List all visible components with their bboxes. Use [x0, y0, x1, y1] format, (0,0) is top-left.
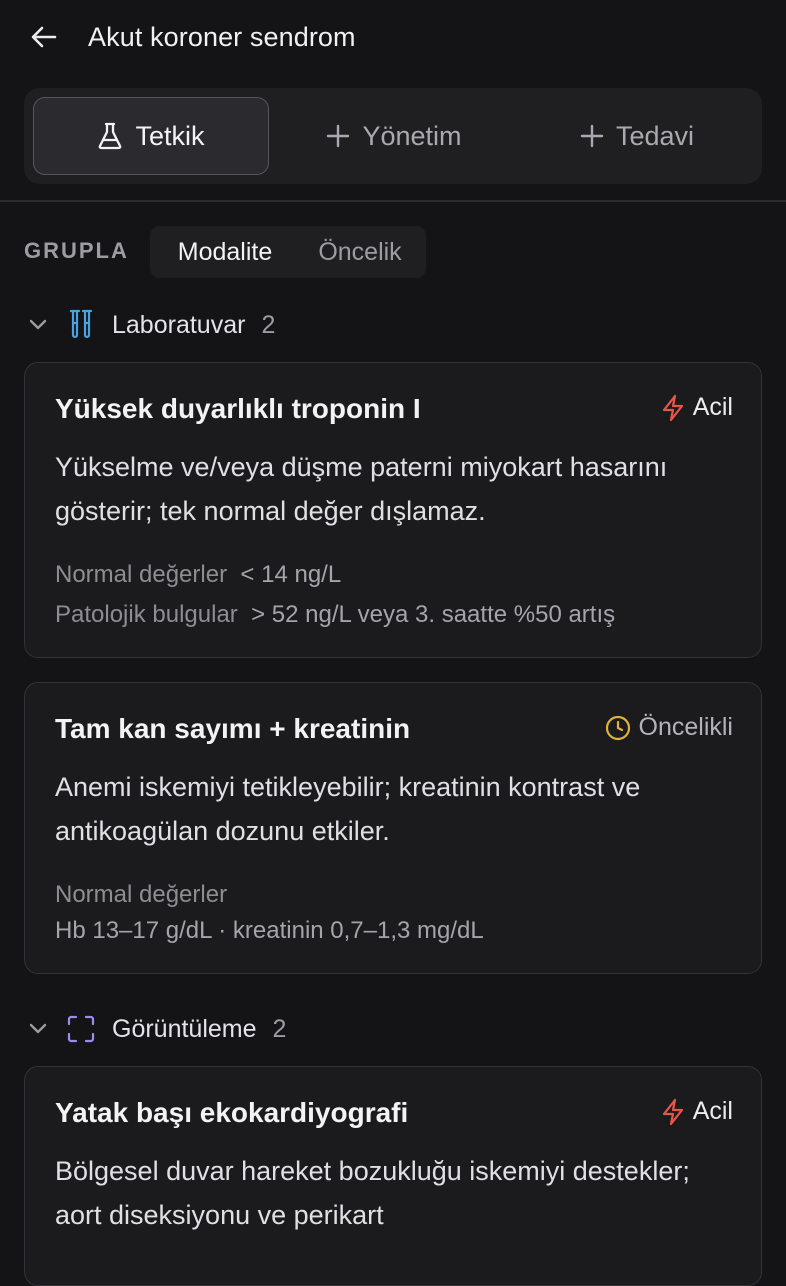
badge-label: Acil	[692, 393, 733, 421]
scan-icon	[66, 1013, 96, 1045]
test-card-ekokardiyografi[interactable]: Yatak başı ekokardiyografi Acil Bölgesel…	[24, 1066, 762, 1286]
tab-yonetim-label: Yönetim	[362, 120, 462, 151]
tab-tetkik-label: Tetkik	[135, 120, 205, 151]
tab-bar: Tetkik Yönetim Tedavi	[24, 88, 762, 184]
card-description: Anemi iskemiyi tetikleyebilir; kreatinin…	[55, 772, 641, 846]
chevron-down-icon[interactable]	[26, 1017, 50, 1041]
tab-yonetim[interactable]: Yönetim	[272, 97, 516, 175]
section-count: 2	[272, 1014, 287, 1043]
app-header: Akut koroner sendrom	[0, 0, 786, 74]
page-title: Akut koroner sendrom	[88, 22, 356, 52]
priority-badge-oncelikli: Öncelikli	[605, 713, 733, 742]
plus-icon	[580, 124, 604, 148]
meta-row: Normal değerler < 14 ng/L	[55, 561, 341, 589]
section-title: Görüntüleme	[112, 1014, 257, 1043]
flask-icon	[99, 122, 122, 150]
tab-tetkik[interactable]: Tetkik	[33, 97, 269, 175]
card-title: Tam kan sayımı + kreatinin	[55, 713, 411, 744]
meta-key: Normal değerler	[55, 881, 227, 909]
chevron-down-icon[interactable]	[26, 313, 50, 337]
section-header-goruntuleme[interactable]: Görüntüleme 2	[26, 1012, 286, 1046]
group-option-modalite[interactable]: Modalite	[154, 226, 296, 278]
priority-badge-acil: Acil	[661, 393, 733, 422]
card-title: Yatak başı ekokardiyografi	[55, 1097, 409, 1128]
meta-key: Patolojik bulgular	[55, 601, 238, 628]
section-count: 2	[261, 310, 276, 339]
clock-icon	[605, 715, 630, 740]
test-tubes-icon	[66, 309, 96, 341]
badge-label: Acil	[692, 1097, 733, 1125]
group-by-label: GRUPLA	[24, 238, 129, 263]
arrow-left-icon	[31, 26, 57, 48]
meta-value: < 14 ng/L	[240, 561, 342, 588]
section-title: Laboratuvar	[112, 310, 246, 339]
tab-tedavi[interactable]: Tedavi	[520, 97, 754, 175]
meta-key: Normal değerler	[55, 561, 228, 588]
lightning-icon	[662, 1098, 683, 1125]
test-card-hemogram[interactable]: Tam kan sayımı + kreatinin Öncelikli Ane…	[24, 682, 762, 974]
meta-value: > 52 ng/L veya 3. saatte %50 artış	[251, 601, 616, 628]
card-title: Yüksek duyarlıklı troponin I	[55, 393, 421, 424]
priority-badge-acil: Acil	[661, 1097, 733, 1126]
group-option-oncelik[interactable]: Öncelik	[300, 226, 420, 278]
section-header-laboratuvar[interactable]: Laboratuvar 2	[26, 308, 275, 342]
meta-value-text: Hb 13–17 g/dL · kreatinin 0,7–1,3 mg/dL	[55, 917, 484, 944]
group-by-segmented-control: Modalite Öncelik	[150, 226, 426, 278]
badge-label: Öncelikli	[638, 713, 733, 741]
meta-row: Patolojik bulgular > 52 ng/L veya 3. saa…	[55, 601, 615, 629]
back-button[interactable]	[26, 20, 62, 54]
meta-key-text: Normal değerler	[55, 881, 228, 908]
lightning-icon	[662, 394, 683, 421]
tab-tedavi-label: Tedavi	[615, 120, 695, 151]
meta-value: Hb 13–17 g/dL · kreatinin 0,7–1,3 mg/dL	[55, 917, 484, 945]
divider	[0, 200, 786, 202]
card-description: Yükselme ve/veya düşme paterni miyokart …	[55, 452, 668, 526]
plus-icon	[327, 124, 350, 148]
card-description: Bölgesel duvar hareket bozukluğu iskemiy…	[55, 1156, 690, 1230]
test-card-troponin[interactable]: Yüksek duyarlıklı troponin I Acil Yüksel…	[24, 362, 762, 658]
